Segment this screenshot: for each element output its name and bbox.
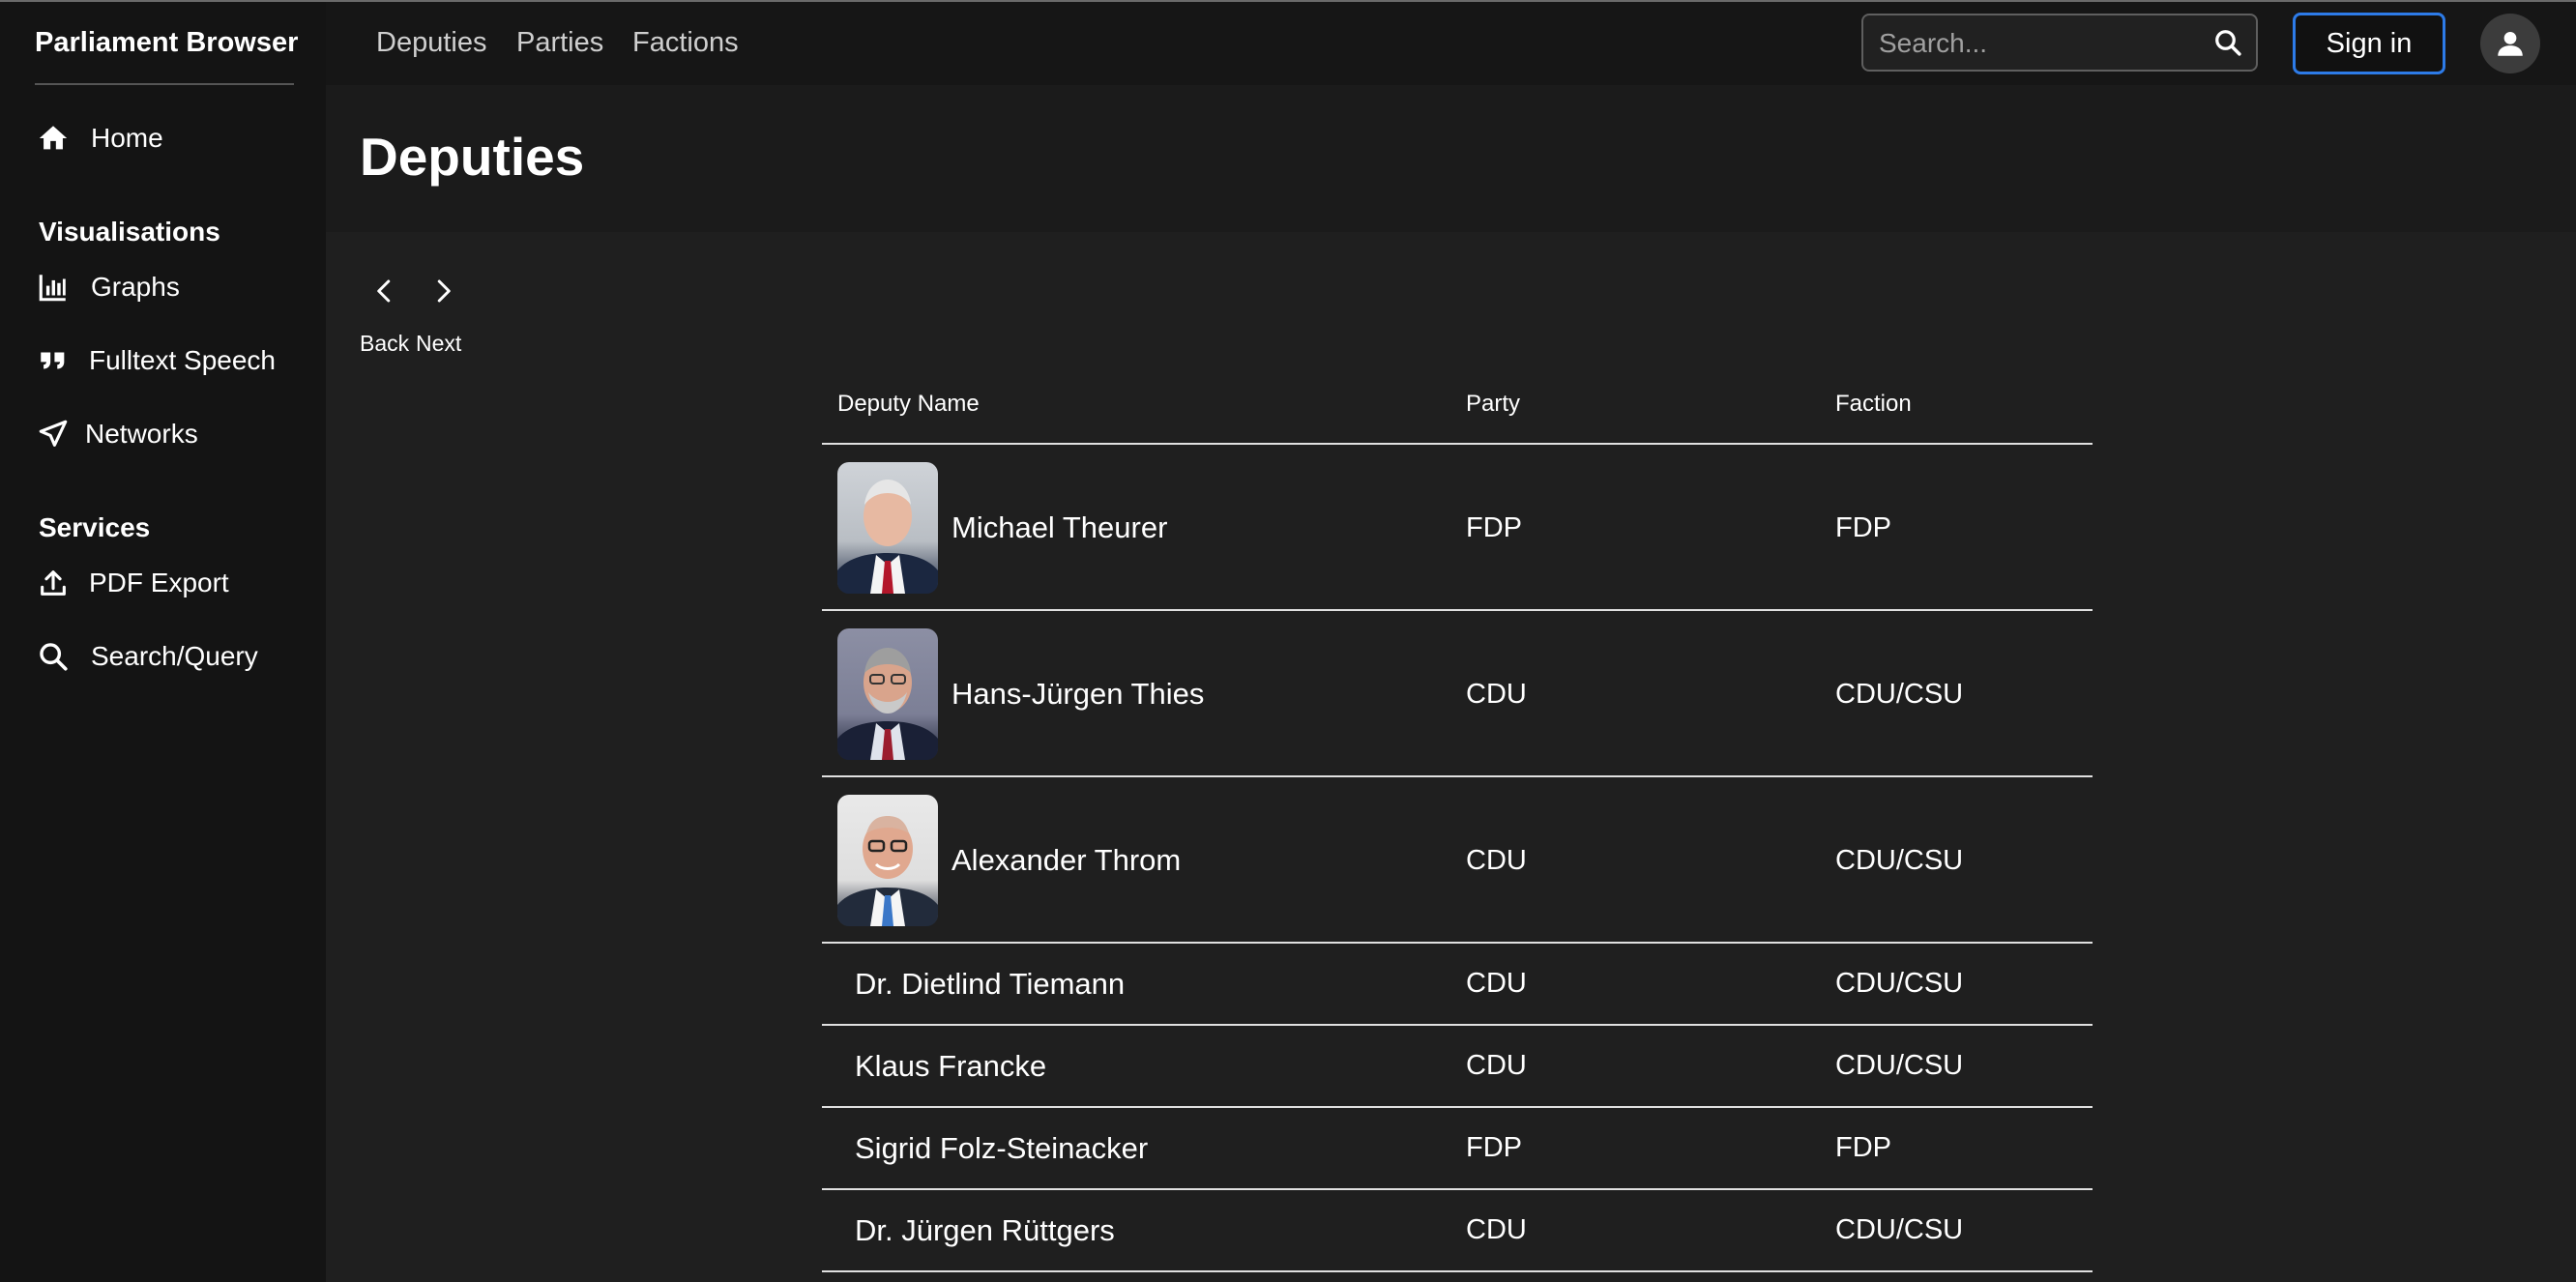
deputy-name: Hans-Jürgen Thies: [951, 677, 1205, 711]
deputy-name: Sigrid Folz-Steinacker: [855, 1131, 1149, 1165]
top-navbar: Deputies Parties Factions Sign in: [326, 2, 2576, 85]
column-header-party: Party: [1466, 391, 1521, 417]
sidebar-item-search-query[interactable]: Search/Query: [37, 640, 258, 673]
deputy-faction: CDU/CSU: [1835, 1050, 1964, 1081]
deputy-party: CDU: [1466, 1214, 1527, 1245]
chevron-right-icon: [437, 279, 451, 303]
table-row[interactable]: Dr. Dietlind Tiemann CDU CDU/CSU: [822, 944, 2093, 1026]
chevron-left-icon: [377, 279, 391, 303]
sidebar-item-label: Home: [91, 123, 163, 153]
bar-chart-icon: [39, 275, 66, 302]
deputy-party: CDU: [1466, 1050, 1527, 1081]
search-icon[interactable]: [2213, 28, 2242, 57]
column-header-faction: Faction: [1835, 391, 1912, 417]
sidebar-item-label: Graphs: [91, 272, 180, 302]
brand-divider: [35, 83, 294, 85]
deputy-party: CDU: [1466, 845, 1527, 876]
sidebar-item-graphs[interactable]: Graphs: [37, 271, 180, 304]
deputy-photo: [837, 795, 938, 926]
table-row[interactable]: Sigrid Folz-Steinacker FDP FDP: [822, 1108, 2093, 1190]
deputy-name: Klaus Francke: [855, 1049, 1047, 1083]
back-button[interactable]: [370, 277, 399, 310]
table-row[interactable]: Klaus Francke CDU CDU/CSU: [822, 1026, 2093, 1108]
user-icon: [2498, 31, 2523, 56]
table-row[interactable]: Michael Theurer FDP FDP: [822, 445, 2093, 611]
send-icon: [39, 420, 68, 447]
sidebar: Parliament Browser Home Visualisations G…: [0, 2, 326, 1282]
search-input[interactable]: [1877, 15, 2200, 72]
sidebar-item-fulltext-speech[interactable]: Fulltext Speech: [37, 344, 276, 377]
deputy-party: FDP: [1466, 512, 1522, 543]
deputy-name: Michael Theurer: [951, 510, 1168, 544]
table-row[interactable]: Hans-Jürgen Thies CDU CDU/CSU: [822, 611, 2093, 777]
sidebar-item-label: PDF Export: [89, 568, 229, 597]
deputy-name: Dr. Dietlind Tiemann: [855, 967, 1126, 1001]
table-row[interactable]: Dr. Jürgen Rüttgers CDU CDU/CSU: [822, 1190, 2093, 1272]
sidebar-item-label: Networks: [85, 419, 198, 449]
sidebar-item-label: Search/Query: [91, 641, 258, 671]
page-header: Deputies: [326, 85, 2576, 232]
column-header-deputy-name: Deputy Name: [837, 391, 980, 417]
deputy-party: CDU: [1466, 968, 1527, 999]
deputy-faction: CDU/CSU: [1835, 845, 1964, 876]
page-title: Deputies: [360, 127, 585, 187]
app-title[interactable]: Parliament Browser: [35, 27, 298, 59]
deputy-faction: CDU/CSU: [1835, 679, 1964, 710]
upload-icon: [41, 570, 66, 596]
next-button[interactable]: [428, 277, 457, 310]
next-label[interactable]: Next: [416, 331, 461, 357]
deputy-name: Dr. Jürgen Rüttgers: [855, 1213, 1115, 1247]
deputy-photo: [837, 462, 938, 594]
user-avatar[interactable]: [2480, 14, 2540, 73]
nav-link-deputies[interactable]: Deputies: [376, 27, 486, 59]
nav-link-factions[interactable]: Factions: [632, 27, 739, 59]
sidebar-item-pdf-export[interactable]: PDF Export: [37, 567, 229, 599]
sign-in-button[interactable]: Sign in: [2293, 13, 2445, 74]
search-box: [1861, 14, 2258, 72]
sidebar-item-home[interactable]: Home: [37, 122, 163, 155]
deputy-faction: CDU/CSU: [1835, 1214, 1964, 1245]
deputy-faction: CDU/CSU: [1835, 968, 1964, 999]
deputy-party: CDU: [1466, 679, 1527, 710]
nav-link-parties[interactable]: Parties: [516, 27, 603, 59]
sidebar-item-label: Fulltext Speech: [89, 345, 276, 375]
back-label[interactable]: Back: [360, 331, 409, 357]
section-title-visualisations: Visualisations: [39, 217, 220, 247]
sidebar-item-networks[interactable]: Networks: [37, 418, 198, 451]
deputy-photo: [837, 628, 938, 760]
quote-icon: [41, 352, 65, 369]
table-row[interactable]: Alexander Throm CDU CDU/CSU: [822, 777, 2093, 944]
deputy-faction: FDP: [1835, 512, 1891, 543]
deputy-name: Alexander Throm: [951, 843, 1182, 877]
home-icon: [39, 126, 68, 150]
section-title-services: Services: [39, 512, 151, 542]
search-icon: [40, 643, 68, 671]
deputy-party: FDP: [1466, 1132, 1522, 1163]
deputy-faction: FDP: [1835, 1132, 1891, 1163]
